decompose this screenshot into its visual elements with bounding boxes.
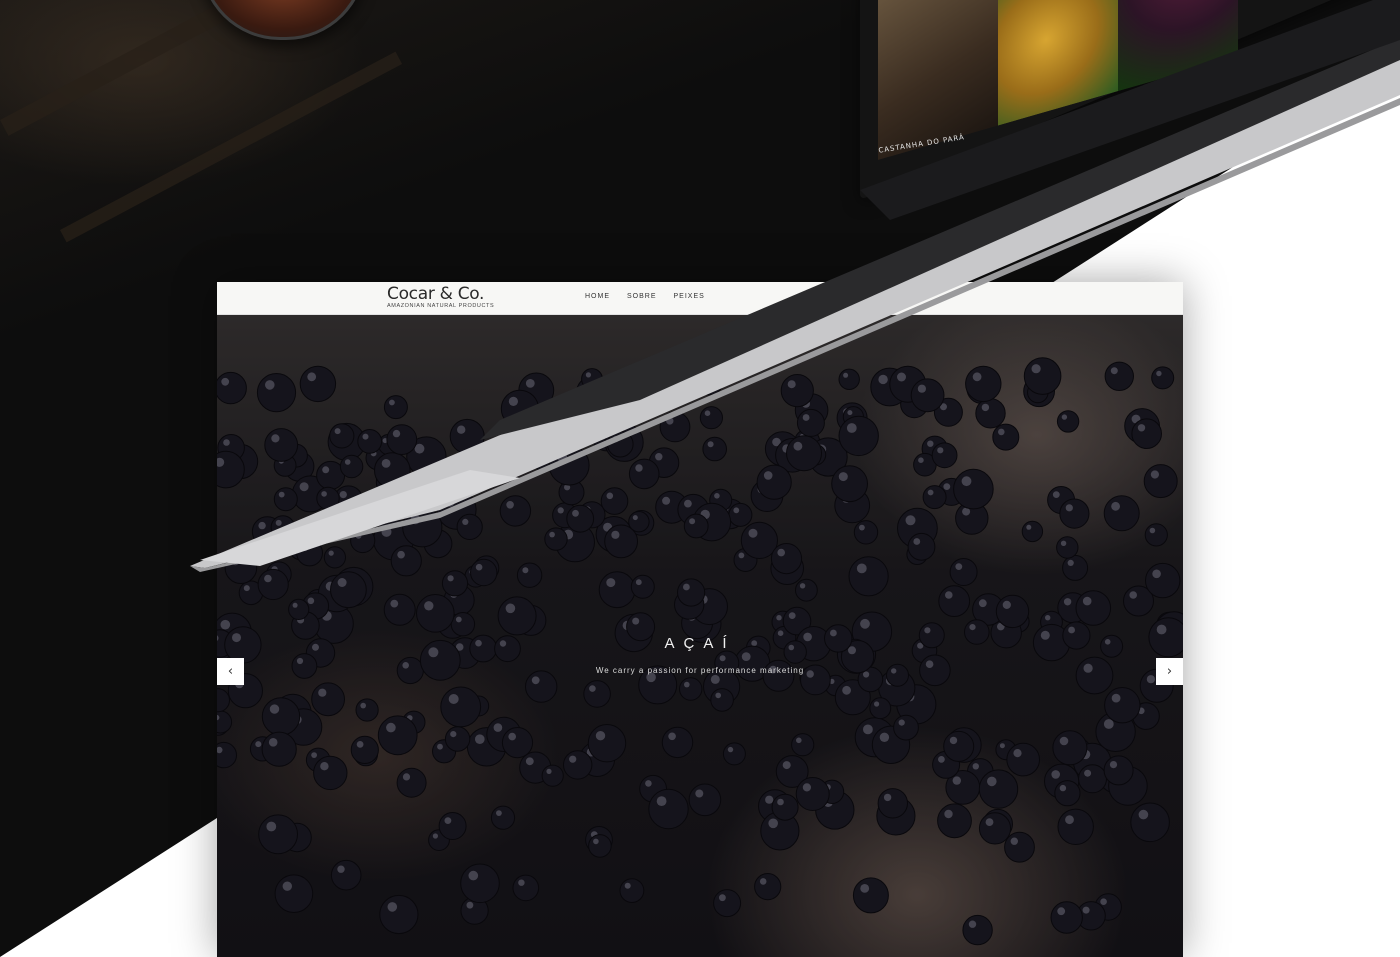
- nav-item-sobre[interactable]: SOBRE: [627, 293, 657, 300]
- logo-subtitle: AMAZONIAN NATURAL PRODUCTS: [387, 303, 495, 309]
- hero-subtitle: We carry a passion for performance marke…: [595, 666, 805, 675]
- hero-slider: AÇAÍ We carry a passion for performance …: [217, 315, 1183, 957]
- nav-item-peixes[interactable]: PEIXES: [674, 293, 705, 300]
- site-logo[interactable]: Cocar & Co. AMAZONIAN NATURAL PRODUCTS: [387, 285, 494, 310]
- website-mockup: Cocar & Co. AMAZONIAN NATURAL PRODUCTS H…: [217, 282, 1183, 957]
- chevron-right-icon: ›: [1166, 664, 1173, 679]
- nav-item-home[interactable]: HOME: [585, 293, 610, 300]
- site-header: Cocar & Co. AMAZONIAN NATURAL PRODUCTS H…: [217, 282, 1183, 315]
- stage: CASTANHA DO PARÁ MacBook Cocar & Co. AMA…: [0, 0, 1400, 957]
- slider-next-button[interactable]: ›: [1156, 658, 1183, 685]
- chevron-left-icon: ‹: [227, 664, 234, 679]
- hero-title: AÇAÍ: [664, 635, 736, 652]
- main-nav: HOME SOBRE PEIXES: [585, 293, 705, 300]
- logo-title: Cocar & Co.: [387, 284, 485, 304]
- slider-prev-button[interactable]: ‹: [217, 658, 244, 685]
